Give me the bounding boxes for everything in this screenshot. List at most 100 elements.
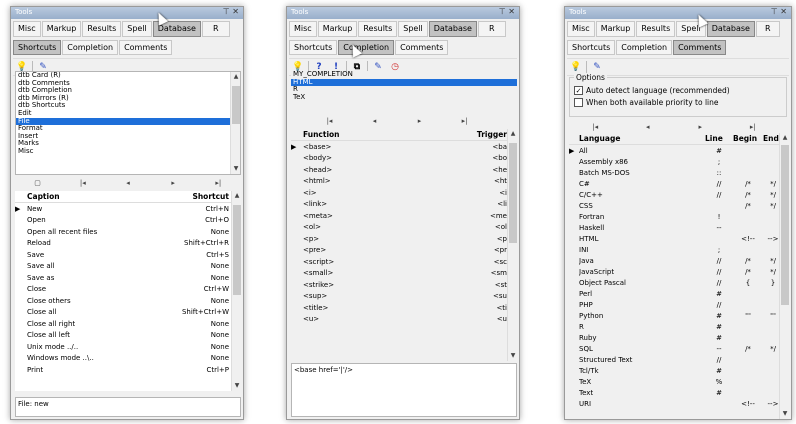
table-row[interactable]: Text # [569, 387, 789, 398]
scroll-up-icon[interactable]: ▲ [232, 191, 241, 201]
table-row[interactable]: <head> <he [291, 164, 517, 176]
table-row[interactable]: <u> <u [291, 314, 517, 326]
table-row[interactable]: Open all recent files None [15, 226, 241, 238]
table-row[interactable]: Close all left None [15, 330, 241, 342]
language-list[interactable]: MY_COMPLETION HTML R TeX [291, 71, 517, 111]
list-scrollbar[interactable]: ▲ ▼ [230, 72, 240, 174]
priority-checkbox[interactable]: When both available priority to line [574, 96, 782, 108]
scroll-down-icon[interactable]: ▼ [508, 351, 517, 361]
table-row[interactable]: Close all Shift+Ctrl+W [15, 307, 241, 319]
list-item[interactable]: R [291, 86, 517, 94]
table-row[interactable]: Windows mode ..\.. None [15, 353, 241, 365]
list-item[interactable]: Marks [16, 140, 240, 148]
table-row[interactable]: ▶ All # [569, 145, 789, 156]
table-row[interactable]: C/C++///* */ [569, 189, 789, 200]
list-item[interactable]: MY_COMPLETION [291, 71, 517, 79]
table-row[interactable]: Close Ctrl+W [15, 284, 241, 296]
table-row[interactable]: <p> <p [291, 233, 517, 245]
table-row[interactable]: Open Ctrl+O [15, 215, 241, 227]
caption-header[interactable]: Caption [27, 192, 167, 201]
tab-shortcuts[interactable]: Shortcuts [567, 40, 616, 55]
panel-titlebar[interactable]: Tools ⊤ ✕ [11, 7, 243, 19]
table-row[interactable]: HTML <!-- --> [569, 233, 789, 244]
comments-grid[interactable]: Language Line Begin End ▶ All # Assembly x8… [569, 133, 789, 419]
bulb-icon[interactable]: 💡 [569, 60, 583, 74]
table-row[interactable]: Unix mode ../.. None [15, 341, 241, 353]
grid-scrollbar[interactable]: ▲ ▼ [507, 129, 517, 361]
tab-shortcuts[interactable]: Shortcuts [289, 40, 338, 55]
scroll-up-icon[interactable]: ▲ [780, 133, 789, 143]
table-row[interactable]: Batch MS-DOS:: [569, 167, 789, 178]
table-row[interactable]: <small> <sm [291, 268, 517, 280]
table-row[interactable]: Object Pascal//{} [569, 277, 789, 288]
table-row[interactable]: TeX% [569, 376, 789, 387]
table-row[interactable]: Save all None [15, 261, 241, 273]
table-row[interactable]: <body> <bo [291, 153, 517, 165]
tab-shortcuts[interactable]: Shortcuts [13, 40, 62, 55]
table-row[interactable]: PHP // [569, 299, 789, 310]
table-row[interactable]: ▶ <base> <ba [291, 141, 517, 153]
table-row[interactable]: CSS/* */ [569, 200, 789, 211]
table-row[interactable]: Python # ''' ''' [569, 310, 789, 321]
scroll-down-icon[interactable]: ▼ [780, 409, 789, 419]
nav-next-button[interactable]: ▸ [410, 117, 430, 125]
nav-next-button[interactable]: ▸ [690, 123, 710, 131]
list-item[interactable]: TeX [291, 93, 517, 102]
table-row[interactable]: ▶ New Ctrl+N [15, 203, 241, 215]
table-row[interactable]: <title> <ti [291, 302, 517, 314]
table-row[interactable]: <html> <ht [291, 176, 517, 188]
doc-icon[interactable]: ▢ [28, 179, 48, 187]
table-row[interactable]: INI; [569, 244, 789, 255]
tab-results[interactable]: Results [358, 21, 398, 37]
table-row[interactable]: <link> <li [291, 199, 517, 211]
scroll-thumb[interactable] [233, 205, 241, 295]
table-row[interactable]: Save Ctrl+S [15, 249, 241, 261]
tab-spell[interactable]: Spell [398, 21, 428, 37]
tab-markup[interactable]: Markup [595, 21, 636, 37]
nav-last-button[interactable]: ▸| [455, 117, 475, 125]
table-row[interactable]: Save as None [15, 272, 241, 284]
table-row[interactable]: Ruby # [569, 332, 789, 343]
table-row[interactable]: JavaScript///* */ [569, 266, 789, 277]
nav-prior-button[interactable]: ◂ [365, 117, 385, 125]
tab-completion[interactable]: Completion [62, 40, 119, 55]
list-item[interactable]: File [16, 117, 240, 126]
nav-first-button[interactable]: |◂ [73, 179, 93, 187]
panel-titlebar[interactable]: Tools ⊤ ✕ [565, 7, 791, 19]
scroll-thumb[interactable] [232, 86, 240, 124]
tab-database[interactable]: Database [706, 21, 755, 37]
list-item[interactable]: Misc [16, 147, 240, 156]
memo-box[interactable]: <base href='|'/> [291, 363, 517, 417]
table-row[interactable]: Reload Shift+Ctrl+R [15, 238, 241, 250]
line-header[interactable]: Line [705, 134, 733, 143]
tab-comments[interactable]: Comments [395, 40, 449, 55]
table-row[interactable]: <ol> <ol [291, 222, 517, 234]
nav-last-button[interactable]: ▸| [208, 179, 228, 187]
table-row[interactable]: <meta> <me [291, 210, 517, 222]
table-row[interactable]: Assembly x86; [569, 156, 789, 167]
list-item[interactable]: Format [16, 125, 240, 133]
table-row[interactable]: URI <!-- --> [569, 398, 789, 409]
checkbox-checked-icon[interactable]: ✓ [574, 85, 583, 95]
category-list[interactable]: dtb Card (R) dtb Comments dtb Completion dt… [15, 71, 241, 175]
list-item[interactable]: dtb Shortcuts [16, 102, 240, 110]
tab-comments[interactable]: Comments [119, 40, 173, 55]
tab-comments[interactable]: Comments [673, 40, 727, 55]
shortcut-grid[interactable]: Caption Shortcut ▶ New Ctrl+N Open Ctrl+O Ope… [15, 191, 241, 391]
nav-prior-button[interactable]: ◂ [118, 179, 138, 187]
grid-scrollbar[interactable]: ▲ ▼ [231, 191, 241, 391]
function-header[interactable]: Function [303, 130, 463, 139]
nav-first-button[interactable]: |◂ [585, 123, 605, 131]
tab-r[interactable]: R [477, 21, 506, 37]
nav-next-button[interactable]: ▸ [163, 179, 183, 187]
trigger-header[interactable]: Trigger [463, 130, 507, 139]
scroll-thumb[interactable] [509, 143, 517, 243]
table-row[interactable]: Tcl/Tk # [569, 365, 789, 376]
nav-prior-button[interactable]: ◂ [638, 123, 658, 131]
list-item[interactable]: Insert [16, 132, 240, 141]
scroll-up-icon[interactable]: ▲ [508, 129, 517, 139]
table-row[interactable]: Structured Text // [569, 354, 789, 365]
table-row[interactable]: Close others None [15, 295, 241, 307]
pin-close-icons[interactable]: ⊤ ✕ [771, 7, 787, 16]
pin-close-icons[interactable]: ⊤ ✕ [223, 7, 239, 16]
